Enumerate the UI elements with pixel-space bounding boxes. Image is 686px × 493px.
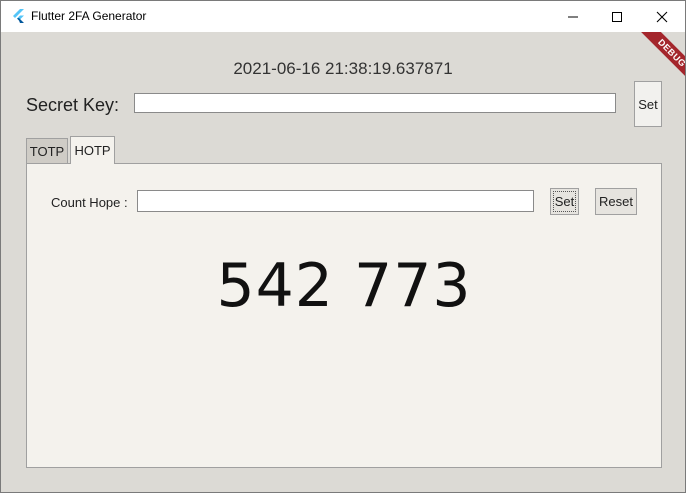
secret-key-input[interactable] — [134, 93, 616, 113]
maximize-icon — [611, 11, 623, 23]
tab-hotp[interactable]: HOTP — [70, 136, 115, 164]
title-bar[interactable]: Flutter 2FA Generator — [1, 1, 685, 32]
app-window: Flutter 2FA Generator DEBUG 2021-06-16 2… — [0, 0, 686, 493]
count-reset-button[interactable]: Reset — [595, 188, 637, 215]
count-input[interactable] — [137, 190, 534, 212]
count-label: Count Hope : — [51, 195, 128, 210]
window-title: Flutter 2FA Generator — [31, 9, 147, 23]
minimize-icon — [567, 11, 579, 23]
secret-key-label: Secret Key: — [26, 95, 120, 115]
minimize-button[interactable] — [550, 1, 596, 32]
tab-totp[interactable]: TOTP — [26, 138, 68, 163]
current-datetime: 2021-06-16 21:38:19.637871 — [233, 59, 453, 78]
maximize-button[interactable] — [594, 1, 640, 32]
flutter-logo-icon — [11, 8, 27, 24]
close-button[interactable] — [639, 1, 685, 32]
count-set-button[interactable]: Set — [550, 188, 579, 215]
close-icon — [656, 11, 668, 23]
secret-set-button[interactable]: Set — [634, 81, 662, 127]
hotp-code: 542 773 — [216, 251, 472, 321]
